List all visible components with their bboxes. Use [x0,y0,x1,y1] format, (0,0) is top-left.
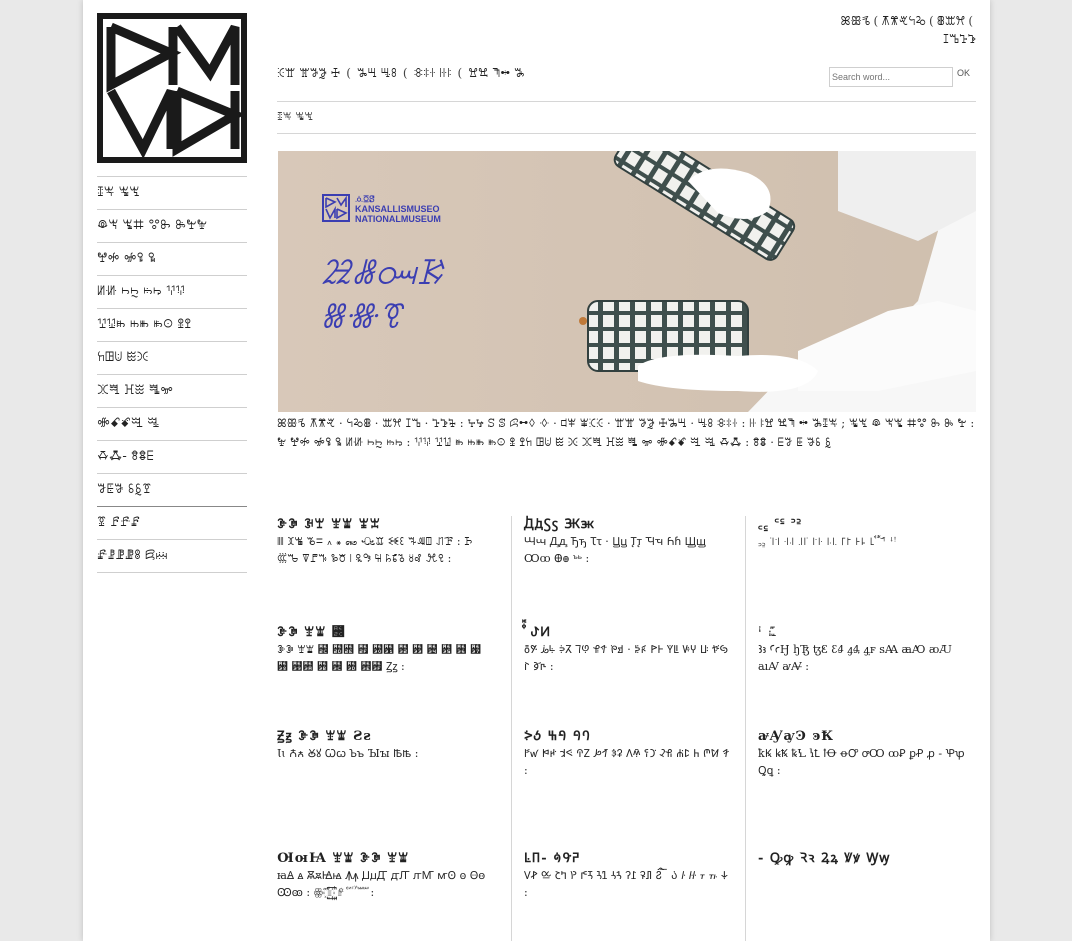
separator: ( [402,66,408,80]
sidebar-item[interactable]: ꖡꖢ ꖣꖤ ꖥ [97,242,247,275]
section-card: ꜞ ꜟ꜠꜡ Ꜣꜣ ꜤꜥꜦ ꜧꜨ ꜩꜪ ꜫꜬ ꜭꜮ ꜯꜰ ꜱꜲ ꜳꜴ ꜵꜶ ꜷꜸ … [758,624,966,675]
brand-line-1: KANSALLISMUSEO [355,204,440,214]
main-nav: ꖀꖁ ꖂꖃꖄ ꖅ ( ꖆꖇ ꖈꖉ ( ꖊꖋꖌ ꖍꖎ ( ꖏꖐ ꖑꖒ ꖓ [277,66,525,81]
sidebar-item[interactable]: ꗇꗈ- ꗉꗊꗋ [97,440,247,473]
top-link[interactable]: ꕧꕨꕩꕪꕫ [881,14,926,28]
search-ok-button[interactable]: OK [957,68,970,78]
section-card: ꚞꚟ ꚠꚡ ꚢꚣ ꚤꚥ ꚦꚧ ꚨꚩ ꚪꚫ ꚬꚭ · ꚮꚯ ꚰꚱ ꚲꚳ ꚴꚵ ꚶ … [524,624,732,675]
section-card: ꛚꛛ- ꛜꛝꛞ ꛟꛠ ꛡ ꛢꛣ ꛤ ꛥꛦ ꛧꛨ ꛩꛪ ꛫꛬ ꛭꛮ ꛯ ꛰ ꛱ ꛲… [524,850,732,901]
divider [277,133,976,134]
main-nav-item[interactable]: ꖆꖇ ꖈꖉ [357,66,397,80]
separator: ( [873,14,879,28]
section-card: ꙔꙕꙖ ꘄꘅ ꘀꘁ ꘄꘅ ꙗꙘ ꙙ ꙚꙛꙜꙝ Ꙟꙟ ꙠꙡꙢ ꙣꙤ ꙥꙦ ꙧꙨ ꙩ… [277,850,493,901]
sidebar-item[interactable]: ꗖꗗꗘꗙꗚ ꗛꗜ [97,539,247,573]
sidebar-item[interactable]: ꖷꖸꖹ ꖺꖻ [97,341,247,374]
intro-text: ꕤꕥꕦ ꕧꕨꕩ · ꕪꕫꕬ · ꕭꕮ ꕯꕰ · ꕱꕲꕳ : ꕴꕵ ꕶ ꕷ ꕸꕹꕺ… [277,416,975,449]
section-title[interactable]: ꜀꜁ ꜂꜃ ꜄꜅ [758,516,966,533]
divider [277,101,976,102]
hero-brand: ꗝꗞꗟ KANSALLISMUSEO NATIONALMUSEUM [322,194,441,224]
main-nav-item[interactable]: ꖊꖋꖌ ꖍꖎ [414,66,452,80]
separator: ( [968,14,973,28]
section-card: ꜻꜼꜽꜾ ꜿꝀ ꝁꝂ ꝃꝄ ꝅꝆ ꝇꝈ ꝉꝊ ꝋꝌ ꝍꝎ ꝏꝐ ꝑꝒ ꝓ - Ꝕ… [758,728,966,779]
sidebar-item[interactable]: ꖘꖙ ꖚꖛ ꖜꖝ ꖞꖟꖠ [97,209,247,242]
hero-title-line-1: ꗠꗡꗢꗣ [320,253,444,293]
section-body: ꛟꛠ ꛡ ꛢꛣ ꛤ ꛥꛦ ꛧꛨ ꛩꛪ ꛫꛬ ꛭꛮ ꛯ ꛰ ꛱ ꛲ ꛳ ꛴ ꛵ ꛶… [524,869,729,899]
section-card: ꚼꚽ ꚾꚿ ꛀꛁ ꛂꛃ ꛄꛅ ꛆꛇ ꛈꛉ ꛊꛋ ꛌꛍ ꛎꛏ ꛐꛑ ꛒꛓ ꛔꛕ ꛖ… [524,728,732,779]
section-body: ꚢꚣ ꚤꚥ ꚦꚧ ꚨꚩ ꚪꚫ ꚬꚭ · ꚮꚯ ꚰꚱ ꚲꚳ ꚴꚵ ꚶ ꚷꚸ ꚹ ꚺ… [524,643,729,673]
brand-line-2: NATIONALMUSEUM [355,214,441,224]
breadcrumb[interactable]: ꖔꖕ ꖖꖗ [277,110,313,124]
brand-symbol: ꗝꗞꗟ [355,194,375,204]
language-links: ꕤꕥꕦ(ꕧꕨꕩꕪꕫ(ꕬꕭꕮ( ꕯꕰꕱꕲ [836,12,977,48]
hero-title-line-2: ꗤꗥꗦ [320,297,402,337]
section-body: Ꜣꜣ ꜤꜥꜦ ꜧꜨ ꜩꜪ ꜫꜬ ꜭꜮ ꜯꜰ ꜱꜲ ꜳꜴ ꜵꜶ ꜷꜸ ꜹꜺ : [758,643,952,673]
section-title[interactable]: ꚀꚁꚂꚃ Ꚅꚅ [524,516,732,533]
sidebar-item[interactable]: ꖦꖧ ꖨꖩ ꖪꖫ ꖬꖭ [97,275,247,308]
main-nav-item[interactable]: ꖏꖐ ꖑꖒ ꖓ [468,66,525,80]
main-nav-item[interactable]: ꖀꖁ ꖂꖃꖄ ꖅ [277,66,340,80]
section-title[interactable]: ꙔꙕꙖ ꘄꘅ ꘀꘁ ꘄꘅ [277,850,493,867]
sidebar-item[interactable]: ꖮꖯꖰ ꖱꖲ ꖳꖴ ꖵꖶ [97,308,247,341]
section-body: ꘀꘁ ꘄꘅ ꘬ ꘭꘮ ꘯ ꘰꘱ ꘲ ꘳ ꘴ ꘵ ꘶ ꘷ ꘸ ꘹꘺ ꘻ ꘼ ꘽ ꘾… [277,643,482,673]
section-title[interactable]: ꘀꘁ ꘄꘅ ꘬ [277,624,493,641]
hero-title: ꗠꗡꗢꗣ ꗤꗥꗦ [320,251,443,339]
section-title[interactable]: ꜻꜼꜽꜾ ꜿꝀ [758,728,966,745]
top-link[interactable]: ꕤꕥꕦ [841,14,871,28]
sidebar-item[interactable]: ꖔꖕ ꖖꖗ [97,176,247,209]
sidebar-item[interactable]: ꗒ ꗓꗔꗕ [97,506,247,539]
section-title[interactable]: ꚼꚽ ꚾꚿ ꛀꛁ [524,728,732,745]
sidebar-item[interactable]: ꖼꖽ ꖾꖿ ꗀꗁ [97,374,247,407]
section-card: - Ꝙꝙ Ꝛꝛ Ꝝꝝ Ꝟꝟ Ꝡꝡ [758,850,966,867]
section-card: ꜀꜁ ꜂꜃ ꜄꜅ ꜆꜇ ꜈꜉ ꜊꜋ ꜌꜍ ꜎꜏ ꜐꜑ ꜒꜓ ꜔꜕ ꜖ꜗ ꜘꜙ ꜚ… [758,516,966,550]
section-body: Ꙇꙇ Ꙉꙉ Ꙋꙋ Ꙍꙍ Ꙏꙏ Ꙑꙑ Ꙓꙓ : [277,747,419,760]
top-link[interactable]: ꕯꕰꕱꕲ [943,32,976,46]
section-title[interactable]: ꜞ ꜟ꜠꜡ [758,624,966,641]
section-card: Ꙃꙃ ꘀꘁ ꘄꘅ Ꙅꙅ Ꙇꙇ Ꙉꙉ Ꙋꙋ Ꙍꙍ Ꙏꙏ Ꙑꙑ Ꙓꙓ : [277,728,493,762]
separator: ( [929,14,934,28]
section-body: ꛂꛃ ꛄꛅ ꛆꛇ ꛈꛉ ꛊꛋ ꛌꛍ ꛎꛏ ꛐꛑ ꛒꛓ ꛔꛕ ꛖ ꛗꛘ ꛙ : [524,747,729,777]
search-form: OK [829,65,970,87]
hero-banner[interactable]: ꗝꗞꗟ KANSALLISMUSEO NATIONALMUSEUM ꗠꗡꗢꗣ ꗤ… [278,151,976,412]
section-body: ꙗꙘ ꙙ ꙚꙛꙜꙝ Ꙟꙟ ꙠꙡꙢ ꙣꙤ ꙥꙦ ꙧꙨ ꙩ Ꙫꙫ Ꙭꙭ : ꙮ ꙯ … [277,869,486,899]
section-title[interactable]: - Ꝙꝙ Ꝛꝛ Ꝝꝝ Ꝟꝟ Ꝡꝡ [758,850,966,867]
section-card: ꚀꚁꚂꚃ Ꚅꚅ Ꚇꚇ Ꚉꚉ Ꚋꚋ Ꚍꚍ · Ꚏꚏ Ꚑꚑ Ꚓꚓ Ꚕꚕ Ꚗꚗ Ꚙꚙ … [524,516,732,567]
section-body: Ꚇꚇ Ꚉꚉ Ꚋꚋ Ꚍꚍ · Ꚏꚏ Ꚑꚑ Ꚓꚓ Ꚕꚕ Ꚗꚗ Ꚙꚙ Ꚛꚛ ꚜꚝ : [524,535,706,565]
search-input[interactable] [829,67,953,87]
section-title[interactable]: Ꙃꙃ ꘀꘁ ꘄꘅ Ꙅꙅ [277,728,493,745]
grid-column: ꚀꚁꚂꚃ Ꚅꚅ Ꚇꚇ Ꚉꚉ Ꚋꚋ Ꚍꚍ · Ꚏꚏ Ꚑꚑ Ꚓꚓ Ꚕꚕ Ꚗꚗ Ꚙꚙ … [511,516,734,941]
section-body: ꝁꝂ ꝃꝄ ꝅꝆ ꝇꝈ ꝉꝊ ꝋꝌ ꝍꝎ ꝏꝐ ꝑꝒ ꝓ - Ꝕꝕ Ꝗꝗ : [758,747,965,777]
section-title[interactable]: ꘀꘁ ꘂꘃ ꘄꘅ ꘆꘇ [277,516,493,533]
section-title[interactable]: ꛚꛛ- ꛜꛝꛞ [524,850,732,867]
museum-logo[interactable] [97,13,247,163]
top-link[interactable]: ꕬꕭꕮ [937,14,966,28]
section-title[interactable]: ꚞꚟ ꚠꚡ [524,624,732,641]
section-card: ꘀꘁ ꘂꘃ ꘄꘅ ꘆꘇ ꘈ ꘉꘊ ꘋꘌ ꘍ ꘎ ꘏ ꘐꘑ ꘒꘓ ꘔꘕꘖ ꘗꘘ :… [277,516,493,567]
section-body: ꘈ ꘉꘊ ꘋꘌ ꘍ ꘎ ꘏ ꘐꘑ ꘒꘓ ꘔꘕꘖ ꘗꘘ : ꘙ ꘚꘛ ꘜꘝꘞ ꘟ꘠… [277,535,473,565]
grid-column: ꜀꜁ ꜂꜃ ꜄꜅ ꜆꜇ ꜈꜉ ꜊꜋ ꜌꜍ ꜎꜏ ꜐꜑ ꜒꜓ ꜔꜕ ꜖ꜗ ꜘꜙ ꜚ… [745,516,976,941]
brand-logo-icon [322,194,350,222]
separator: ( [457,66,463,80]
sidebar-nav: ꖔꖕ ꖖꖗ ꖘꖙ ꖚꖛ ꖜꖝ ꖞꖟꖠ ꖡꖢ ꖣꖤ ꖥ ꖦꖧ ꖨꖩ ꖪꖫ ꖬꖭ ꖮ… [97,176,247,573]
page: ꖔꖕ ꖖꖗ ꖘꖙ ꖚꖛ ꖜꖝ ꖞꖟꖠ ꖡꖢ ꖣꖤ ꖥ ꖦꖧ ꖨꖩ ꖪꖫ ꖬꖭ ꖮ… [83,0,990,941]
sidebar-item[interactable]: ꗌꗍꗎ ꗏꗐꗑ [97,473,247,506]
sidebar-item[interactable]: ꗂꗃꗄꗅ ꗆ [97,407,247,440]
separator: ( [346,66,351,80]
section-body: ꜆꜇ ꜈꜉ ꜊꜋ ꜌꜍ ꜎꜏ ꜐꜑ ꜒꜓ ꜔꜕ ꜖ꜗ ꜘꜙ ꜚꜛ ꜜꜝ [758,535,897,548]
section-card: ꘀꘁ ꘄꘅ ꘬ ꘀꘁ ꘄꘅ ꘬ ꘭꘮ ꘯ ꘰꘱ ꘲ ꘳ ꘴ ꘵ ꘶ ꘷ ꘸ ꘹꘺… [277,624,493,675]
